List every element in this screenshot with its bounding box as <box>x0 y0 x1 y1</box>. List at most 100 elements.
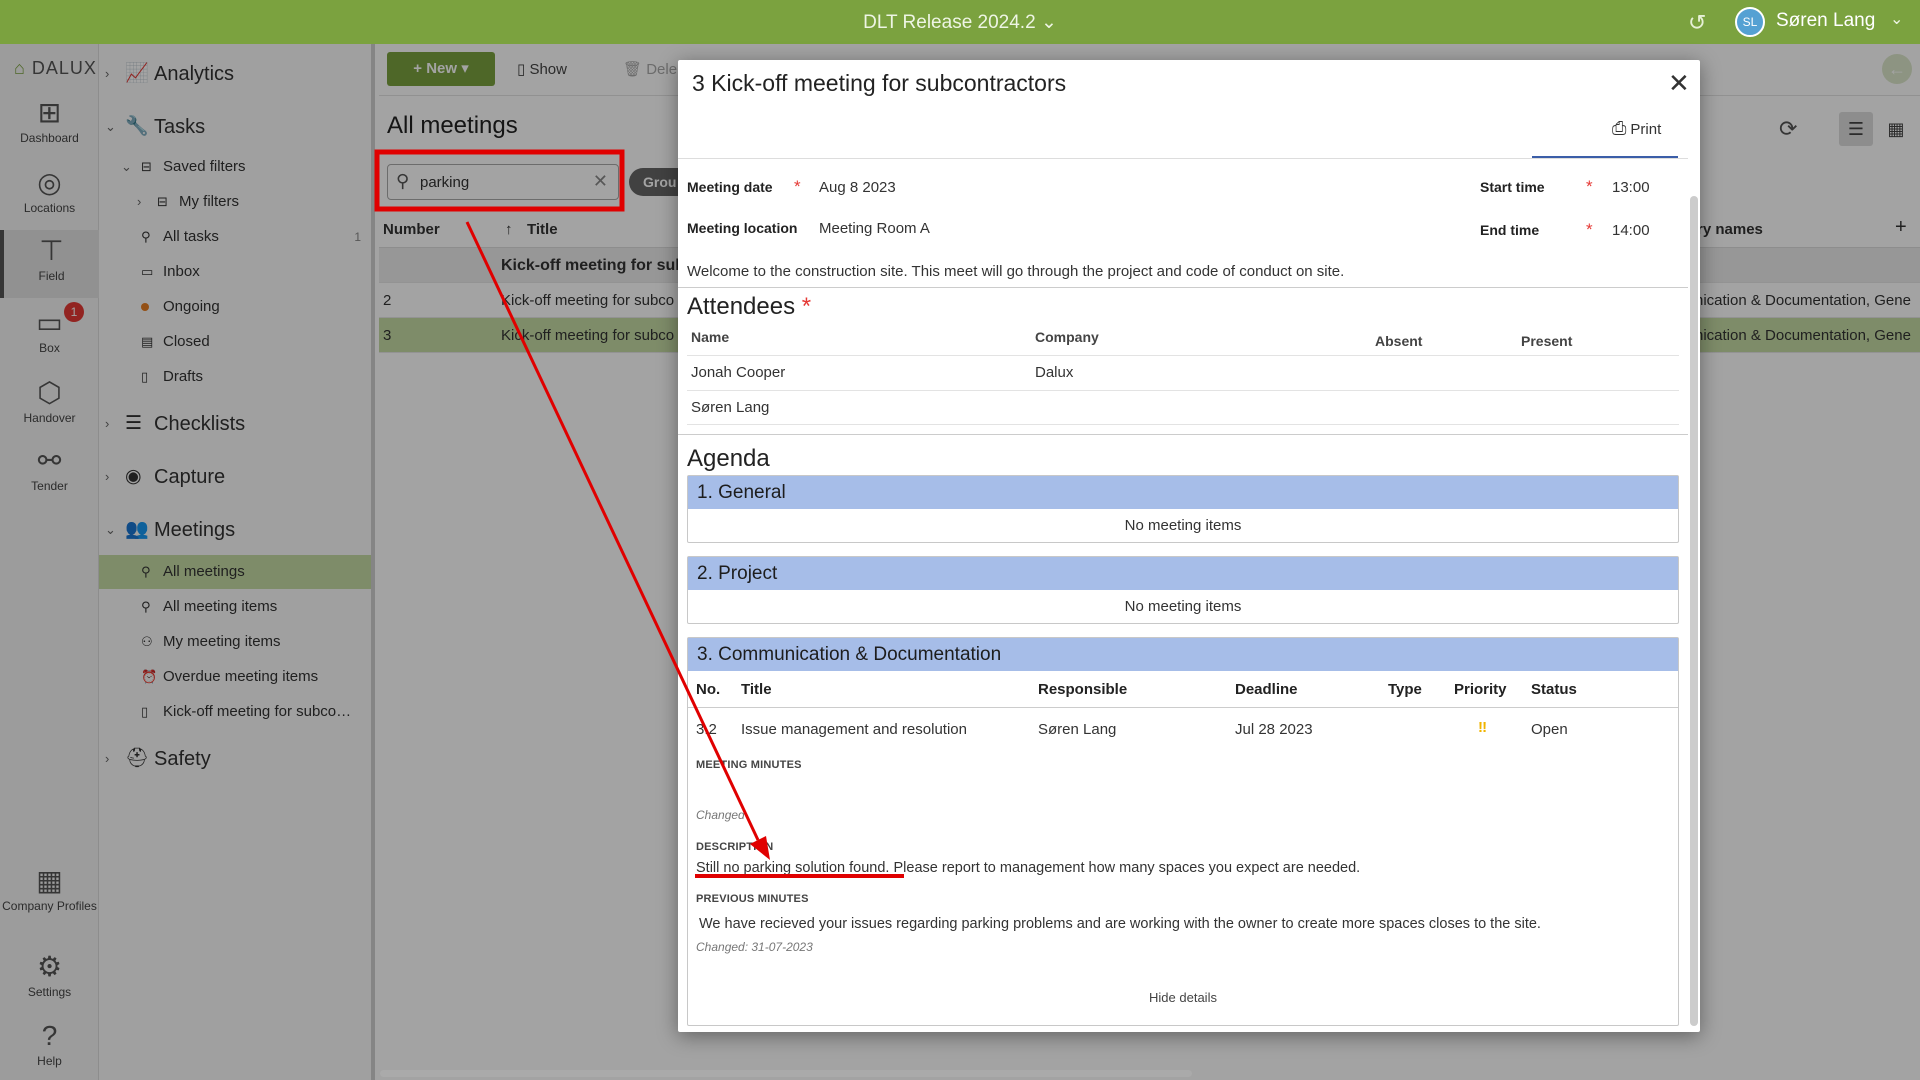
nav-checklists[interactable]: › ☰ Checklists <box>99 407 371 441</box>
hide-details-link[interactable]: Hide details <box>688 990 1678 1005</box>
row-title: Kick-off meeting for subco <box>501 327 675 344</box>
agenda-section-project: 2. Project No meeting items <box>687 556 1679 624</box>
nav-my-meeting-items[interactable]: ⚇ My meeting items <box>99 625 371 659</box>
agenda-section-communication: 3. Communication & Documentation No. Tit… <box>687 637 1679 1026</box>
nav-label: Tasks <box>154 116 206 138</box>
delete-label: Dele <box>646 61 678 78</box>
attendee-name: Jonah Cooper <box>691 364 786 381</box>
crane-icon: ⊤ <box>39 235 64 266</box>
column-title[interactable]: Title <box>527 221 558 238</box>
dialog-scrollbar[interactable] <box>1690 196 1698 1026</box>
nav-label: Safety <box>154 748 211 770</box>
clear-search-icon[interactable]: ✕ <box>593 171 608 192</box>
rail-item-tender[interactable]: ⚯ Tender <box>0 444 99 493</box>
delete-button[interactable]: 🗑 Dele <box>623 60 677 78</box>
nav-all-tasks[interactable]: ⚲ All tasks 1 <box>99 220 371 254</box>
document-icon: ▯ <box>517 61 526 78</box>
meeting-date-value[interactable]: Aug 8 2023 <box>819 179 896 196</box>
show-button[interactable]: ▯ Show <box>517 60 567 78</box>
nav-all-meetings[interactable]: ⚲ All meetings <box>99 555 371 589</box>
end-time-value[interactable]: 14:00 <box>1612 222 1650 239</box>
document-icon: ▯ <box>141 369 149 384</box>
rail-item-field[interactable]: ⊤ Field <box>0 230 99 298</box>
chevron-down-icon[interactable]: ⌄ <box>105 513 116 547</box>
add-column-icon[interactable]: + <box>1895 216 1907 239</box>
section-header[interactable]: 3. Communication & Documentation <box>688 638 1678 671</box>
chevron-down-icon[interactable]: ⌄ <box>121 150 132 184</box>
nav-my-filters[interactable]: › ⊟ My filters <box>99 185 371 219</box>
chevron-right-icon[interactable]: › <box>105 407 109 441</box>
nav-analytics[interactable]: › 📈 Analytics <box>99 57 371 91</box>
history-icon[interactable]: ↺ <box>1688 10 1706 36</box>
nav-safety[interactable]: › ⛑ Safety <box>99 742 371 776</box>
calendar-view-icon[interactable]: ▦ <box>1879 112 1913 146</box>
close-icon[interactable]: ✕ <box>1668 68 1690 99</box>
rail-item-company-profiles[interactable]: ▦ Company Profiles <box>0 864 99 913</box>
nav-inbox[interactable]: ▭ Inbox <box>99 255 371 289</box>
dalux-logo[interactable]: ⌂ DALUX <box>14 58 97 79</box>
print-button[interactable]: ⎙ Print <box>1612 118 1661 139</box>
rail-item-help[interactable]: ? Help <box>0 1020 99 1068</box>
attendee-row[interactable]: Søren Lang <box>687 390 1679 425</box>
rail-item-locations[interactable]: ◎ Locations <box>0 166 99 215</box>
chevron-right-icon[interactable]: › <box>105 742 109 776</box>
attendee-row[interactable]: Jonah Cooper Dalux <box>687 355 1679 390</box>
nav-drafts[interactable]: ▯ Drafts <box>99 360 371 394</box>
section-header[interactable]: 1. General <box>688 476 1678 509</box>
divider <box>688 707 1678 708</box>
column-number[interactable]: Number <box>383 221 440 238</box>
sort-asc-icon[interactable]: ↑ <box>505 221 513 238</box>
chevron-right-icon[interactable]: › <box>105 460 109 494</box>
search-box[interactable]: ⚲ ✕ <box>387 164 619 200</box>
nav-tasks[interactable]: ⌄ 🔧 Tasks <box>99 110 371 144</box>
avatar[interactable]: SL <box>1735 7 1765 37</box>
item-title[interactable]: Issue management and resolution <box>741 721 967 738</box>
nav-closed[interactable]: ▤ Closed <box>99 325 371 359</box>
chevron-right-icon[interactable]: › <box>137 185 141 219</box>
nav-label: All meetings <box>163 563 245 580</box>
rail-item-settings[interactable]: ⚙ Settings <box>0 950 99 999</box>
column-category-names[interactable]: ry names <box>1697 221 1763 238</box>
nav-label: All meeting items <box>163 598 278 615</box>
nav-ongoing[interactable]: Ongoing <box>99 290 371 324</box>
empty-state: No meeting items <box>1124 517 1242 534</box>
nav-capture[interactable]: › ◉ Capture <box>99 460 371 494</box>
project-selector[interactable]: DLT Release 2024.2 ⌄ <box>0 11 1920 34</box>
item-no[interactable]: 3.2 <box>696 721 717 738</box>
section-header[interactable]: 2. Project <box>688 557 1678 590</box>
chevron-right-icon[interactable]: › <box>105 57 109 91</box>
nav-overdue-meeting-items[interactable]: ⏰ Overdue meeting items <box>99 660 371 694</box>
list-view-icon[interactable]: ☰ <box>1839 112 1873 146</box>
horizontal-scrollbar[interactable] <box>380 1070 1192 1077</box>
start-time-value[interactable]: 13:00 <box>1612 179 1650 196</box>
search-input[interactable] <box>420 171 590 193</box>
nav-saved-filters[interactable]: ⌄ ⊟ Saved filters <box>99 150 371 184</box>
analytics-icon: 📈 <box>125 63 149 84</box>
back-arrow-icon[interactable]: ← <box>1882 54 1912 84</box>
user-menu-chevron-icon[interactable]: ⌄ <box>1890 9 1903 29</box>
item-col-type: Type <box>1388 681 1422 698</box>
app-rail: ⌂ DALUX ⊞ Dashboard ◎ Locations ⊤ Field ▭ 1 B… <box>0 44 99 1080</box>
user-name[interactable]: Søren Lang <box>1776 10 1875 32</box>
new-button[interactable]: + New ▾ <box>387 52 495 86</box>
dialog-body: Meeting date * Aug 8 2023 Start time * 1… <box>678 158 1688 1032</box>
dialog-header: 3 Kick-off meeting for subcontractors ✕ … <box>678 60 1700 159</box>
rail-label: Tender <box>31 479 68 493</box>
chevron-down-icon[interactable]: ⌄ <box>1041 12 1057 33</box>
nav-meetings[interactable]: ⌄ 👥 Meetings <box>99 513 371 547</box>
chevron-down-icon[interactable]: ⌄ <box>105 110 116 144</box>
refresh-icon[interactable]: ⟳ <box>1779 116 1797 142</box>
divider <box>678 287 1688 288</box>
rail-item-handover[interactable]: ⬡ Handover <box>0 376 99 425</box>
rail-label: Box <box>39 341 60 355</box>
row-number: 2 <box>383 292 392 309</box>
project-name[interactable]: DLT Release 2024.2 <box>863 12 1036 33</box>
nav-kickoff-filter[interactable]: ▯ Kick-off meeting for subco… <box>99 695 371 729</box>
rail-item-dashboard[interactable]: ⊞ Dashboard <box>0 96 99 145</box>
meeting-minutes-label: MEETING MINUTES <box>696 759 802 771</box>
meeting-location-value[interactable]: Meeting Room A <box>819 220 930 237</box>
rail-item-box[interactable]: ▭ 1 Box <box>0 302 99 355</box>
nav-all-meeting-items[interactable]: ⚲ All meeting items <box>99 590 371 624</box>
item-col-responsible: Responsible <box>1038 681 1128 698</box>
nav-label: Meetings <box>154 519 236 541</box>
